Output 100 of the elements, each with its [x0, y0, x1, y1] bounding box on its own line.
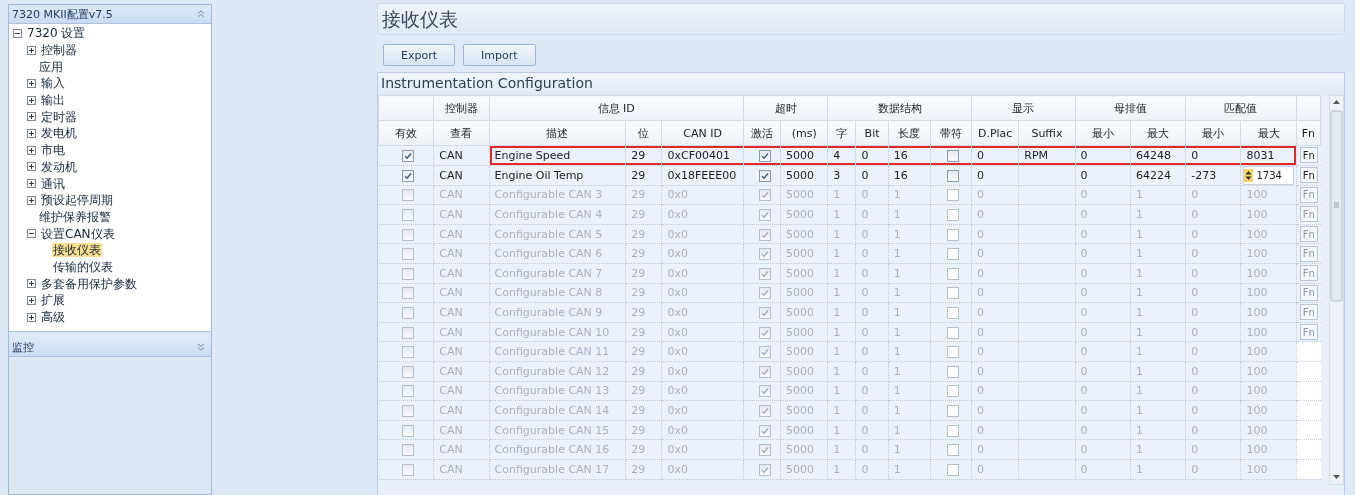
checkbox[interactable] — [402, 424, 415, 437]
checkbox[interactable] — [758, 385, 771, 398]
table-row[interactable]: CAN Engine Oil Temp 29 0x18FEEE00 5000 3 0 16 0 0 64224 -273 1734 Fn — [378, 165, 1321, 186]
checkbox[interactable] — [947, 463, 960, 476]
tree-item[interactable]: 维护保养报警 — [38, 209, 112, 224]
function-button[interactable]: Fn — [1299, 147, 1318, 164]
expand-icon[interactable] — [27, 112, 36, 122]
tree-item[interactable]: 通讯 — [40, 176, 66, 191]
tree-item[interactable]: 扩展 — [40, 293, 66, 308]
checkbox[interactable] — [402, 365, 415, 378]
checkbox[interactable] — [947, 267, 960, 280]
checkbox[interactable] — [947, 189, 960, 202]
expand-icon[interactable] — [27, 128, 36, 138]
checkbox[interactable] — [758, 149, 771, 162]
checkbox[interactable] — [947, 287, 960, 300]
tree-item[interactable]: 传输的仪表 — [52, 259, 114, 274]
import-button[interactable]: Import — [463, 44, 536, 66]
checkbox[interactable] — [758, 463, 771, 476]
expand-icon[interactable] — [27, 312, 36, 322]
expand-icon[interactable] — [27, 195, 36, 205]
checkbox[interactable] — [758, 404, 771, 417]
spinner-arrows-icon[interactable] — [1244, 168, 1254, 182]
checkbox[interactable] — [758, 169, 771, 182]
function-button[interactable]: Fn — [1299, 167, 1318, 184]
expand-icon[interactable] — [27, 145, 36, 155]
expand-icon[interactable] — [27, 295, 36, 305]
table-cell: 29 — [631, 188, 646, 202]
checkbox[interactable] — [758, 424, 771, 437]
table-cell: 0x0 — [667, 384, 688, 398]
checkbox[interactable] — [402, 209, 415, 221]
checkbox[interactable] — [947, 385, 960, 398]
collapse-icon[interactable] — [13, 28, 22, 38]
checkbox[interactable] — [758, 326, 771, 339]
checkbox[interactable] — [402, 169, 415, 182]
checkbox[interactable] — [947, 404, 960, 417]
scrollbar[interactable] — [1329, 95, 1344, 485]
table-cell: 1 — [893, 443, 901, 457]
checkbox[interactable] — [947, 365, 960, 378]
checkbox[interactable] — [758, 287, 771, 300]
checkbox[interactable] — [947, 326, 960, 339]
checkbox[interactable] — [402, 385, 415, 398]
checkbox[interactable] — [402, 149, 415, 162]
checkbox[interactable] — [758, 209, 771, 221]
checkbox[interactable] — [402, 248, 415, 261]
tree-item[interactable]: 多套备用保护参数 — [40, 276, 138, 291]
checkbox[interactable] — [758, 444, 771, 457]
checkbox[interactable] — [947, 346, 960, 359]
checkbox[interactable] — [402, 444, 415, 457]
tree-item[interactable]: 输入 — [40, 76, 66, 91]
checkbox[interactable] — [947, 424, 960, 437]
checkbox[interactable] — [947, 169, 960, 182]
tree-item[interactable]: 定时器 — [40, 109, 78, 124]
tree-item[interactable]: 7320 设置 — [26, 26, 87, 41]
expand-icon[interactable] — [27, 162, 36, 172]
checkbox[interactable] — [402, 267, 415, 280]
checkbox[interactable] — [402, 326, 415, 339]
tree-item[interactable]: 市电 — [40, 143, 66, 158]
checkbox[interactable] — [758, 365, 771, 378]
checkbox[interactable] — [758, 306, 771, 319]
tree-item[interactable]: 预设起停周期 — [40, 193, 114, 208]
section-title[interactable]: 监控 — [12, 339, 34, 355]
expand-icon[interactable] — [27, 279, 36, 289]
expand-icon[interactable] — [27, 95, 36, 105]
expand-icon[interactable] — [27, 45, 36, 55]
tree-item[interactable]: 发电机 — [40, 126, 78, 141]
checkbox[interactable] — [402, 287, 415, 300]
checkbox[interactable] — [758, 267, 771, 280]
checkbox[interactable] — [947, 149, 960, 162]
tree-item[interactable]: 输出 — [40, 93, 66, 108]
table-row[interactable]: CAN Engine Speed 29 0xCF00401 5000 4 0 16 0 RPM 0 64248 0 8031 Fn — [378, 145, 1321, 166]
table-cell: 5000 — [786, 227, 815, 241]
checkbox[interactable] — [947, 248, 960, 261]
checkbox[interactable] — [402, 306, 415, 319]
spinner-field[interactable]: 1734 — [1243, 165, 1294, 185]
table-cell: 1 — [1135, 286, 1143, 300]
tree-item[interactable]: 接收仪表 — [52, 243, 102, 258]
checkbox[interactable] — [402, 404, 415, 417]
checkbox[interactable] — [758, 228, 771, 241]
checkbox[interactable] — [402, 463, 415, 476]
checkbox[interactable] — [947, 306, 960, 319]
expand-icon[interactable] — [27, 179, 36, 189]
checkbox[interactable] — [947, 228, 960, 241]
checkbox[interactable] — [758, 346, 771, 359]
checkbox[interactable] — [402, 228, 415, 241]
collapse-icon[interactable] — [27, 229, 36, 239]
table-cell: 1 — [893, 208, 901, 221]
checkbox[interactable] — [947, 444, 960, 457]
tree-item[interactable]: 高级 — [40, 310, 66, 325]
tree-item[interactable]: 设置CAN仪表 — [40, 226, 116, 241]
checkbox[interactable] — [947, 209, 960, 221]
checkbox[interactable] — [758, 189, 771, 202]
table-cell: 0 — [1191, 247, 1199, 261]
export-button[interactable]: Export — [383, 44, 455, 66]
tree-item[interactable]: 控制器 — [40, 43, 78, 58]
checkbox[interactable] — [402, 189, 415, 202]
checkbox[interactable] — [402, 346, 415, 359]
expand-icon[interactable] — [27, 78, 36, 88]
tree-item[interactable]: 发动机 — [40, 159, 78, 174]
checkbox[interactable] — [758, 248, 771, 261]
tree-item[interactable]: 应用 — [38, 59, 64, 74]
